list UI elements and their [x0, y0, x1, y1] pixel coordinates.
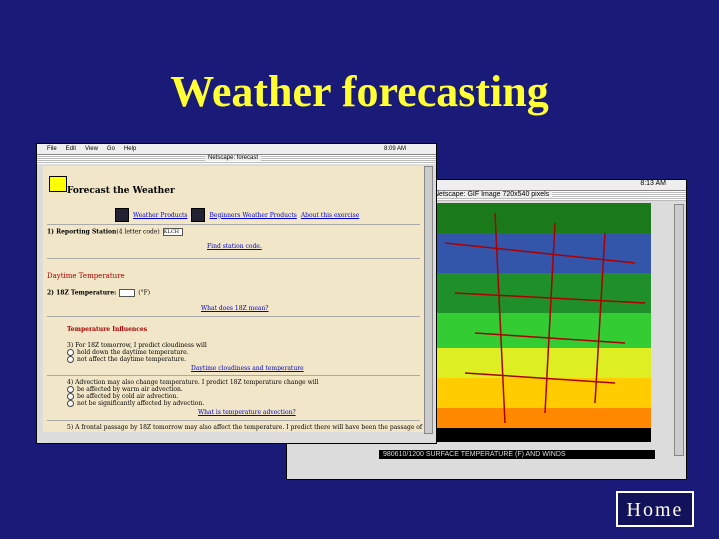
what-18z-link[interactable]: What does 18Z mean? [201, 305, 269, 312]
option-label: hold down the daytime temperature. [77, 349, 189, 356]
q3-option[interactable]: not affect the daytime temperature. [67, 356, 186, 363]
netscape-window: File Edit View Go Help 8:09 AM Netscape:… [36, 143, 437, 444]
clock: 8:13 AM [640, 180, 666, 187]
sun-logo-icon [49, 176, 67, 192]
menu-edit[interactable]: Edit [66, 146, 76, 152]
cloudiness-link[interactable]: Daytime cloudiness and temperature [191, 365, 304, 372]
temp-row: 2) 18Z Temperature: (°F) [47, 289, 150, 297]
radio-icon[interactable] [67, 393, 74, 400]
window-title: Netscape: GIF Image 720x540 pixels [431, 191, 553, 198]
beginners-products-link[interactable]: Beginners Weather Products [209, 212, 296, 219]
q5-text: 5) A frontal passage by 18Z tomorrow may… [67, 424, 423, 431]
page-content: Forecast the Weather Weather Products Be… [43, 166, 424, 432]
menu-view[interactable]: View [85, 146, 98, 152]
divider [47, 316, 420, 317]
page-scrollbar[interactable] [424, 166, 433, 434]
home-button[interactable]: Home [616, 491, 694, 527]
temp-unit: (°F) [138, 289, 151, 297]
state-borders [444, 212, 646, 424]
nav-links: Weather Products Beginners Weather Produ… [115, 208, 359, 222]
menu-help[interactable]: Help [124, 146, 136, 152]
q3-text: 3) For 18Z tomorrow, I predict cloudines… [67, 342, 207, 349]
weather-products-link[interactable]: Weather Products [133, 212, 187, 219]
divider [47, 258, 420, 259]
slide-title: Weather forecasting [170, 67, 549, 116]
radio-icon[interactable] [67, 400, 74, 407]
divider [47, 224, 420, 225]
option-label: not be significantly affected by advecti… [77, 400, 205, 407]
option-label: be affected by warm air advection. [77, 386, 183, 393]
option-label: not affect the daytime temperature. [77, 356, 186, 363]
advection-link[interactable]: What is temperature advection? [198, 409, 296, 416]
temp-input[interactable] [119, 289, 136, 297]
divider [47, 375, 420, 376]
influences-heading: Temperature Influences [67, 326, 148, 333]
clock: 8:09 AM [383, 146, 406, 152]
beginners-products-icon[interactable] [191, 208, 206, 222]
surface-temperature-map [435, 203, 651, 442]
menu-go[interactable]: Go [107, 146, 115, 152]
q3-option[interactable]: hold down the daytime temperature. [67, 349, 189, 356]
daytime-heading: Daytime Temperature [47, 272, 125, 280]
window-titlebar[interactable]: Netscape: forecast [37, 155, 436, 164]
divider [47, 420, 420, 421]
find-station-link[interactable]: Find station code. [207, 243, 262, 250]
q4-option[interactable]: be affected by cold air advection. [67, 393, 178, 400]
about-exercise-link[interactable]: About this exercise [301, 212, 359, 219]
menu-file[interactable]: File [47, 146, 57, 152]
station-input[interactable]: KLCH [162, 228, 183, 236]
q4-text: 4) Advection may also change temperature… [67, 379, 319, 386]
station-hint: (4 letter code) [116, 228, 160, 236]
weather-products-icon[interactable] [115, 208, 129, 222]
option-label: be affected by cold air advection. [77, 393, 179, 400]
station-row: 1) Reporting Station(4 letter code) KLCH [47, 228, 186, 236]
radio-icon[interactable] [67, 386, 74, 393]
q4-option[interactable]: not be significantly affected by advecti… [67, 400, 204, 407]
radio-icon[interactable] [67, 356, 74, 363]
q4-option[interactable]: be affected by warm air advection. [67, 386, 183, 393]
temp-label: 2) 18Z Temperature: [47, 289, 117, 297]
window-title: Netscape: forecast [205, 155, 262, 161]
radio-icon[interactable] [67, 349, 74, 356]
page-heading: Forecast the Weather [67, 186, 175, 196]
station-label: 1) Reporting Station [47, 228, 117, 236]
menubar: File Edit View Go Help 8:09 AM [37, 144, 436, 155]
map-caption: 980610/1200 SURFACE TEMPERATURE (F) AND … [379, 450, 655, 459]
image-scrollbar[interactable] [674, 204, 684, 456]
